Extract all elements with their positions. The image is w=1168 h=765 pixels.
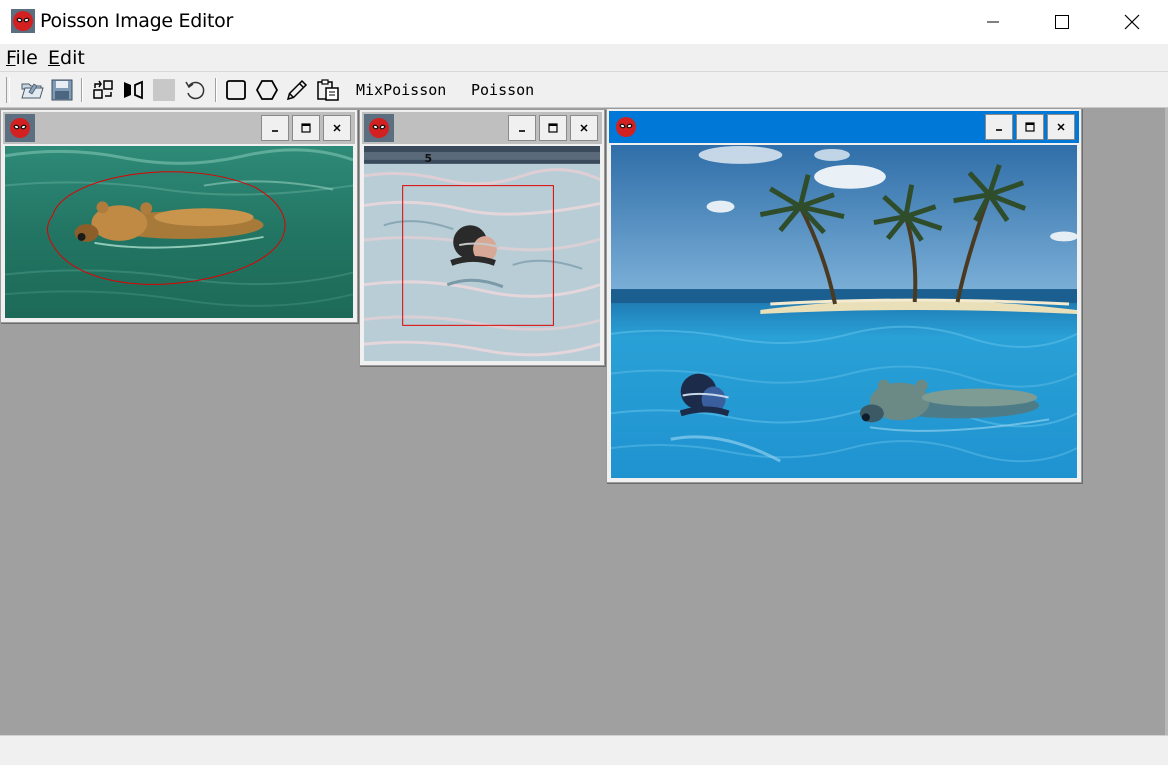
child-window-result[interactable] [606, 108, 1082, 483]
result-image [611, 145, 1077, 478]
child-maximize-button[interactable] [292, 115, 320, 141]
pencil-tool-button[interactable] [283, 76, 311, 104]
save-icon [51, 79, 73, 101]
child-close-button[interactable] [323, 115, 351, 141]
child-app-icon [5, 114, 35, 142]
open-folder-icon [21, 83, 44, 99]
toolbar-separator [81, 78, 83, 102]
polygon-icon [255, 80, 279, 100]
child-caption-bar[interactable] [3, 112, 355, 144]
maximize-icon [548, 123, 558, 133]
minimize-button[interactable] [958, 0, 1028, 44]
close-icon [1057, 123, 1065, 131]
maximize-button[interactable] [1027, 0, 1097, 44]
minimize-icon [996, 129, 1002, 131]
swap-icon [93, 80, 113, 99]
child-window-swimmer[interactable]: 5 [359, 109, 605, 366]
rotate-button[interactable] [181, 76, 209, 104]
minimize-icon [272, 130, 278, 132]
paste-button[interactable] [314, 76, 342, 104]
status-bar [0, 735, 1168, 765]
swap-button[interactable] [89, 76, 117, 104]
menu-file-rest: ile [15, 47, 38, 69]
rectangle-icon [226, 80, 246, 100]
polygon-tool-button[interactable] [253, 76, 281, 104]
menu-edit[interactable]: Edit [48, 47, 85, 69]
menu-bar: File Edit [0, 44, 1168, 72]
result-image-canvas[interactable] [611, 145, 1077, 478]
close-button[interactable] [1097, 0, 1167, 44]
poisson-button[interactable]: Poisson [471, 81, 534, 99]
minimize-icon [519, 130, 525, 132]
child-app-icon [611, 113, 641, 141]
open-button[interactable] [18, 76, 46, 104]
menu-file-accel: F [6, 47, 16, 69]
paste-icon [317, 79, 339, 101]
child-minimize-button[interactable] [985, 114, 1013, 140]
bear-image [5, 146, 353, 318]
toolbar: MixPoisson Poisson [0, 72, 1168, 108]
menu-edit-rest: dit [60, 47, 85, 69]
blank-icon [153, 79, 175, 101]
child-window-bear[interactable] [0, 109, 358, 323]
child-caption-bar[interactable] [609, 111, 1079, 143]
child-minimize-button[interactable] [261, 115, 289, 141]
lane-number: 5 [424, 152, 432, 165]
save-button[interactable] [48, 76, 76, 104]
app-icon [11, 9, 35, 33]
swimmer-image-canvas[interactable]: 5 [364, 146, 600, 361]
window-title: Poisson Image Editor [40, 10, 233, 32]
child-minimize-button[interactable] [508, 115, 536, 141]
menu-file[interactable]: File [6, 47, 38, 69]
pencil-icon [286, 79, 308, 101]
rectangle-tool-button[interactable] [222, 76, 250, 104]
maximize-icon [1025, 122, 1035, 132]
flip-button[interactable] [119, 76, 147, 104]
toolbar-separator [215, 78, 217, 102]
child-close-button[interactable] [1047, 114, 1075, 140]
flip-icon [124, 80, 143, 100]
minimize-icon [987, 21, 999, 23]
close-icon [1124, 14, 1140, 30]
child-caption-bar[interactable] [362, 112, 602, 144]
maximize-icon [1055, 15, 1069, 29]
toolbar-grip[interactable] [6, 77, 10, 103]
bear-image-canvas[interactable] [5, 146, 353, 318]
child-maximize-button[interactable] [1016, 114, 1044, 140]
blank-button[interactable] [150, 76, 178, 104]
title-bar: Poisson Image Editor [0, 0, 1168, 44]
maximize-icon [301, 123, 311, 133]
close-icon [580, 124, 588, 132]
swimmer-image: 5 [364, 146, 600, 361]
menu-edit-accel: E [48, 47, 61, 69]
rotate-icon [185, 81, 205, 100]
child-close-button[interactable] [570, 115, 598, 141]
child-app-icon [364, 114, 394, 142]
close-icon [333, 124, 341, 132]
child-maximize-button[interactable] [539, 115, 567, 141]
mix-poisson-button[interactable]: MixPoisson [356, 81, 446, 99]
